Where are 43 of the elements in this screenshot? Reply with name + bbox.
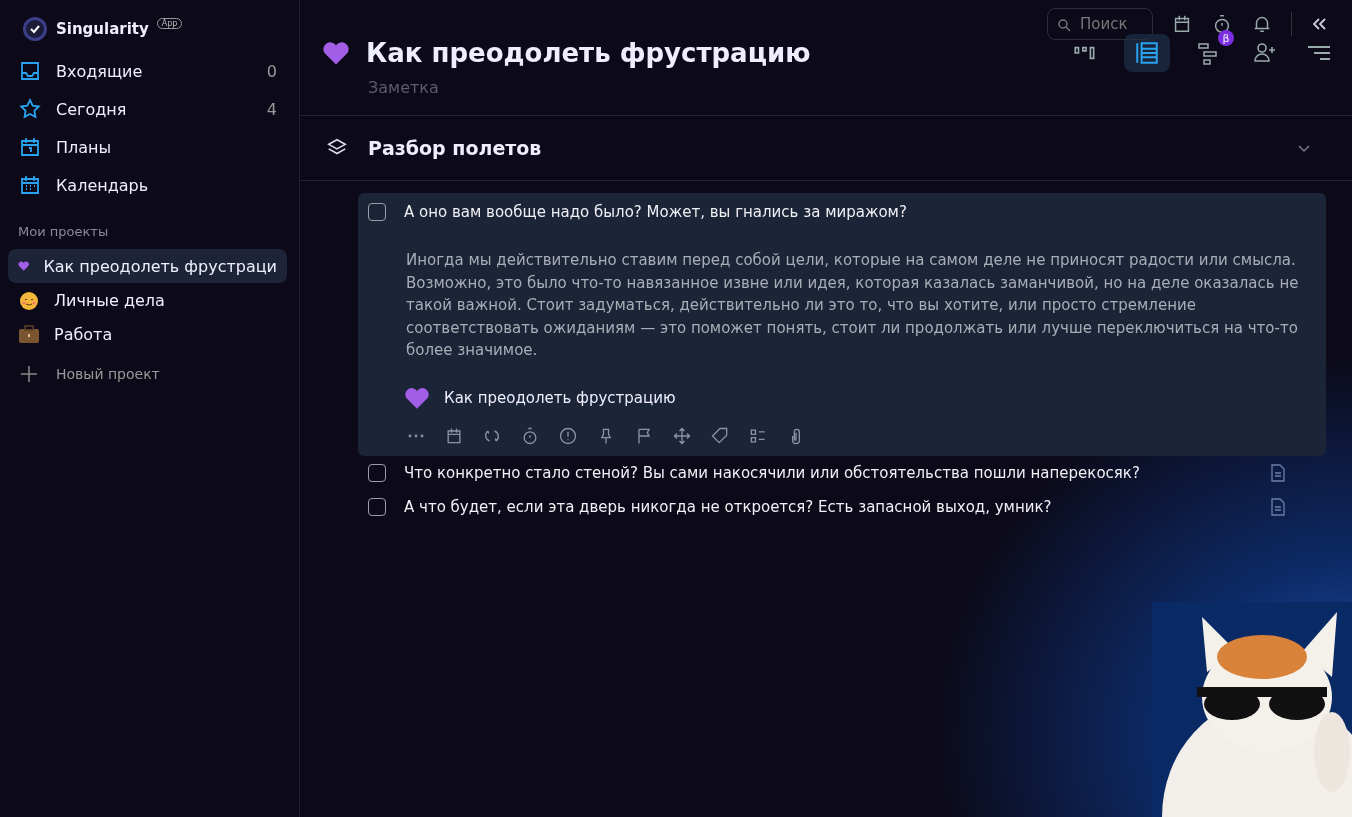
heart-icon — [322, 40, 350, 66]
new-project-button[interactable]: Новый проект — [20, 365, 299, 383]
section-header[interactable]: Разбор полетов — [300, 116, 1352, 181]
nav-item[interactable]: Планы — [8, 128, 299, 166]
nav-item[interactable]: Сегодня 4 — [8, 90, 299, 128]
calendar-icon — [18, 135, 42, 159]
plus-icon — [20, 365, 38, 383]
nav-item[interactable]: Входящие 0 — [8, 52, 299, 90]
task-row[interactable]: А что будет, если эта дверь никогда не откроется? Есть запасной выход, умник? — [358, 489, 1326, 524]
app-name: Singularity — [56, 20, 149, 38]
search-field[interactable]: Поиск — [1047, 8, 1153, 40]
checkbox[interactable] — [368, 203, 386, 221]
list-view-button[interactable] — [1124, 34, 1170, 72]
heart-icon — [404, 385, 430, 410]
task-title[interactable]: А оно вам вообще надо было? Может, вы гнались за миражом? — [404, 203, 907, 221]
inbox-icon — [18, 59, 42, 83]
task-card[interactable] — [358, 193, 1326, 456]
nav-item[interactable]: Календарь — [8, 166, 299, 204]
checkbox[interactable] — [368, 497, 386, 516]
note-icon — [1270, 463, 1286, 482]
logo-icon — [22, 16, 48, 42]
section-heading: Мои проекты — [18, 224, 110, 239]
task-title[interactable]: Что конкретно стало стеной? Вы сами накосячили или обстоятельства пошли наперекосяк? — [404, 463, 1252, 482]
list-view-icon — [1134, 40, 1160, 66]
project-item[interactable]: Работа — [8, 317, 287, 351]
project-item[interactable]: Личные дела — [8, 283, 287, 317]
task-title[interactable]: А что будет, если эта дверь никогда не откроется? Есть запасной выход, умник? — [404, 497, 1252, 516]
note-label: Заметка — [368, 78, 440, 97]
smiling-face-icon — [18, 289, 40, 311]
note-icon — [1270, 497, 1286, 516]
search-icon — [1057, 18, 1071, 32]
task-row[interactable]: Что конкретно стало стеной? Вы сами накосячили или обстоятельства пошли наперекосяк? — [358, 455, 1326, 490]
beta-badge: β — [1218, 30, 1234, 46]
task-description: Иногда мы действительно ставим перед собой цели, которые на самом деле не приносят радости или смысла. Возможно, это было что-то навязанное извне или идея, которая казалась заманчивой, но на деле оказалась не такой важной. Стоит задуматься, действительно ли это то, что вы хотите, или просто стремление соответствовать ожиданиям — это поможет понять, стоит ли продолжать или лучше переключиться на что-то более значимое. — [406, 250, 1300, 361]
star-icon — [18, 97, 42, 121]
calendar-icon — [18, 173, 42, 197]
project-link[interactable]: Как преодолеть фрустрацию — [444, 388, 676, 407]
page-title: Как преодолеть фрустрацию — [366, 38, 812, 68]
alert-icon[interactable] — [558, 425, 578, 446]
move-icon[interactable] — [672, 425, 692, 446]
checkbox[interactable] — [368, 463, 386, 482]
tag-icon[interactable] — [710, 425, 730, 446]
briefcase-icon — [18, 324, 40, 344]
